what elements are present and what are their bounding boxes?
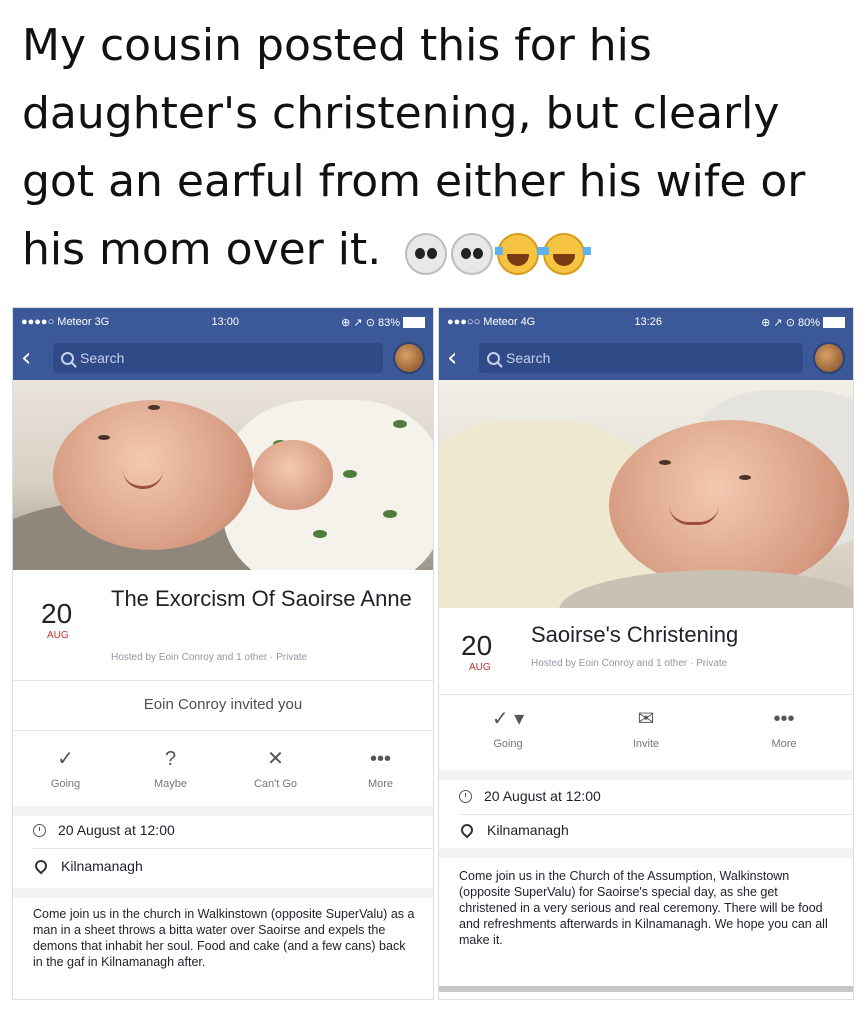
skull-emoji-icon <box>405 233 448 275</box>
going-dropdown-button[interactable]: ✓ ▾ Going <box>468 706 548 750</box>
maybe-label: Maybe <box>153 778 188 790</box>
event-title: The Exorcism Of Saoirse Anne <box>111 586 412 611</box>
status-bar: ●●●●○ Meteor 3G 13:00 ⊕ ↗ ⊙ 83% <box>13 308 433 336</box>
top-navbar: ‹ Search <box>439 336 853 380</box>
profile-avatar[interactable] <box>813 342 845 374</box>
going-label: Going <box>493 738 523 750</box>
event-location-row[interactable]: Kilnamanagh <box>32 857 143 875</box>
back-chevron-icon[interactable]: ‹ <box>21 343 45 373</box>
cant-go-label: Can't Go <box>253 778 298 790</box>
event-location-row[interactable]: Kilnamanagh <box>458 821 569 839</box>
search-placeholder: Search <box>80 350 125 366</box>
event-date-day: 20 <box>41 598 73 629</box>
more-dots-icon: ••• <box>773 708 795 730</box>
event-title: Saoirse's Christening <box>531 622 739 647</box>
clock-icon <box>459 789 472 803</box>
close-icon: ✕ <box>267 748 284 770</box>
status-time: 13:26 <box>634 316 662 328</box>
search-input[interactable]: Search <box>479 343 803 373</box>
status-time: 13:00 <box>211 316 239 328</box>
tears-of-joy-emoji-icon <box>541 233 592 275</box>
going-label: Going <box>50 778 81 790</box>
question-icon: ? <box>164 748 177 770</box>
left-phone-screenshot: ●●●●○ Meteor 3G 13:00 ⊕ ↗ ⊙ 83% ‹ Search… <box>12 307 434 1000</box>
tears-of-joy-emoji-icon <box>495 233 546 275</box>
more-dots-icon: ••• <box>369 748 391 770</box>
event-time-text: 20 August at 12:00 <box>484 788 601 804</box>
more-label: More <box>771 738 797 750</box>
event-date-day: 20 <box>461 630 493 661</box>
more-button[interactable]: ••• More <box>341 746 421 790</box>
more-button[interactable]: ••• More <box>744 706 824 750</box>
caption-emojis <box>405 218 592 286</box>
back-chevron-icon[interactable]: ‹ <box>447 343 471 373</box>
going-button[interactable]: ✓ Going <box>26 746 106 790</box>
check-icon: ✓ <box>57 748 74 770</box>
check-dropdown-icon: ✓ ▾ <box>491 708 525 730</box>
search-icon <box>61 351 74 365</box>
top-navbar: ‹ Search <box>13 336 433 380</box>
skull-emoji-icon <box>451 233 494 275</box>
search-input[interactable]: Search <box>53 343 383 373</box>
event-cover-photo <box>13 380 433 570</box>
carrier-signal: ●●●●○ Meteor 3G <box>21 316 110 328</box>
event-description: Come join us in the Church of the Assump… <box>459 869 828 947</box>
cant-go-button[interactable]: ✕ Can't Go <box>236 746 316 790</box>
event-time-text: 20 August at 12:00 <box>58 822 175 838</box>
event-location-text: Kilnamanagh <box>487 822 569 838</box>
event-location-text: Kilnamanagh <box>61 858 143 874</box>
more-label: More <box>367 778 394 790</box>
clock-icon <box>33 823 46 837</box>
meme-caption: My cousin posted this for his daughter's… <box>22 12 852 286</box>
battery-icon <box>823 317 845 329</box>
status-bar: ●●●○○ Meteor 4G 13:26 ⊕ ↗ ⊙ 80% <box>439 308 853 336</box>
invite-button[interactable]: ✉ Invite <box>606 706 686 750</box>
search-placeholder: Search <box>506 350 551 366</box>
rsvp-actions: ✓ ▾ Going ✉ Invite ••• More <box>439 706 853 750</box>
event-date-month: AUG <box>469 662 491 673</box>
event-cover-photo <box>439 380 853 608</box>
profile-avatar[interactable] <box>393 342 425 374</box>
battery-status: ⊕ ↗ ⊙ 80% <box>761 316 845 329</box>
event-time-row[interactable]: 20 August at 12:00 <box>33 822 175 838</box>
event-time-row[interactable]: 20 August at 12:00 <box>459 788 601 804</box>
invite-label: Invite <box>632 738 660 750</box>
battery-status: ⊕ ↗ ⊙ 83% <box>341 316 425 329</box>
search-icon <box>487 351 500 365</box>
invited-by-text: Eoin Conroy invited you <box>143 696 303 713</box>
envelope-icon: ✉ <box>637 708 655 730</box>
event-host-line[interactable]: Hosted by Eoin Conroy and 1 other · Priv… <box>111 652 307 663</box>
event-description: Come join us in the church in Walkinstow… <box>33 907 415 969</box>
event-host-line[interactable]: Hosted by Eoin Conroy and 1 other · Priv… <box>531 658 727 669</box>
maybe-button[interactable]: ? Maybe <box>131 746 211 790</box>
carrier-signal: ●●●○○ Meteor 4G <box>447 316 536 328</box>
location-pin-icon <box>458 821 476 839</box>
rsvp-actions: ✓ Going ? Maybe ✕ Can't Go ••• More <box>13 746 433 790</box>
location-pin-icon <box>32 857 50 875</box>
event-date-month: AUG <box>47 630 69 641</box>
battery-icon <box>403 317 425 329</box>
right-phone-screenshot: ●●●○○ Meteor 4G 13:26 ⊕ ↗ ⊙ 80% ‹ Search… <box>438 307 854 1000</box>
